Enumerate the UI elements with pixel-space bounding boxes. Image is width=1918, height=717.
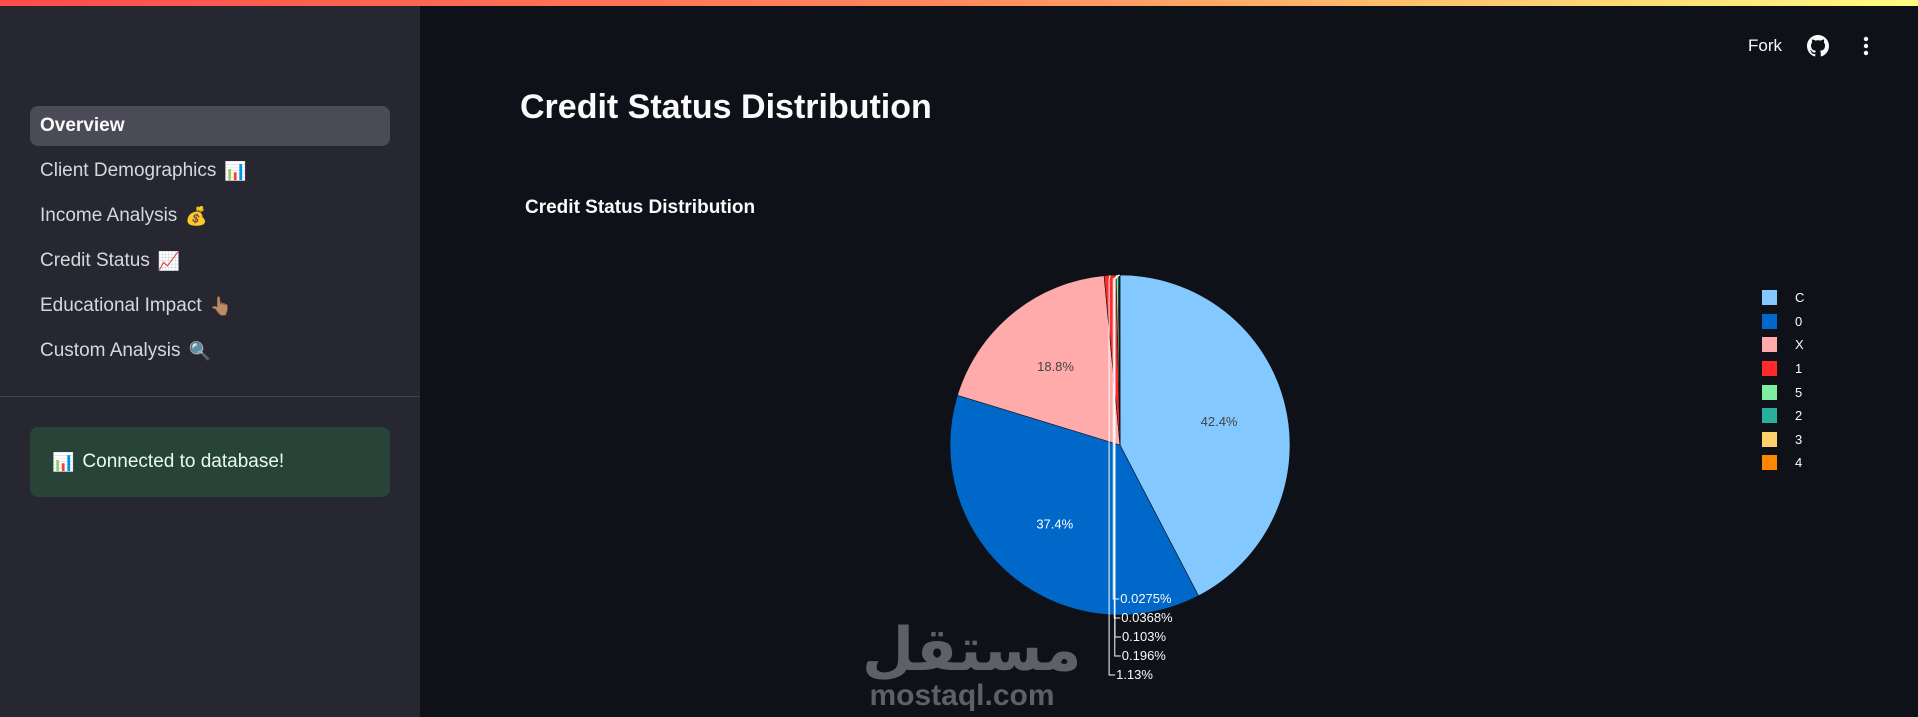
nav-item-educational-impact[interactable]: Educational Impact 👆🏽 (30, 286, 390, 326)
nav-item-credit-status[interactable]: Credit Status 📈 (30, 241, 390, 281)
legend-swatch (1762, 290, 1777, 306)
chart-title: Credit Status Distribution (525, 197, 756, 218)
legend-label: 0 (1795, 313, 1803, 329)
watermark: مستقل mostaql.com (862, 616, 1082, 712)
legend-item-c[interactable]: C (1762, 286, 1804, 310)
nav-item-client-demographics[interactable]: Client Demographics 📊 (30, 151, 390, 191)
nav-item-label: Custom Analysis (40, 340, 181, 361)
legend-item-5[interactable]: 5 (1762, 380, 1804, 404)
legend-label: 5 (1795, 384, 1803, 400)
legend-swatch (1762, 408, 1777, 424)
legend-swatch (1762, 361, 1777, 377)
legend-label: 4 (1795, 455, 1803, 471)
github-icon[interactable] (1806, 34, 1830, 58)
watermark-arabic-text: مستقل (862, 616, 1082, 683)
watermark-latin-text: mostaql.com (869, 679, 1055, 712)
legend-label: 3 (1795, 431, 1803, 447)
legend-item-4[interactable]: 4 (1762, 451, 1804, 475)
bar-chart-icon: 📊 (224, 160, 247, 181)
sidebar-divider (0, 396, 420, 397)
page-title: Credit Status Distribution (520, 88, 932, 126)
fork-button[interactable]: Fork (1748, 36, 1782, 56)
legend-item-0[interactable]: 0 (1762, 310, 1804, 334)
pie-label-2: 0.103% (1122, 629, 1167, 644)
database-status-text: Connected to database! (82, 451, 285, 472)
legend-swatch (1762, 337, 1777, 353)
pie-label-4: 0.0275% (1120, 591, 1172, 606)
legend-label: 2 (1795, 408, 1803, 424)
nav-item-label: Educational Impact (40, 295, 202, 316)
pie-label-1: 1.13% (1116, 667, 1153, 682)
legend-label: X (1795, 337, 1804, 353)
pointing-hand-icon: 👆🏽 (209, 295, 233, 316)
legend-label: 1 (1795, 361, 1803, 377)
sidebar-nav: Overview Client Demographics 📊 Income An… (30, 106, 390, 376)
legend-swatch (1762, 313, 1777, 329)
pie-label-c: 42.4% (1201, 414, 1238, 429)
chart-legend: C 0 X 1 5 2 3 4 (1762, 286, 1804, 475)
nav-item-label: Client Demographics (40, 160, 217, 181)
sidebar: Overview Client Demographics 📊 Income An… (0, 0, 420, 717)
legend-item-3[interactable]: 3 (1762, 428, 1804, 452)
trend-chart-icon: 📈 (157, 250, 181, 271)
pie-label-5: 0.196% (1122, 648, 1167, 663)
legend-item-x[interactable]: X (1762, 333, 1804, 357)
header-decoration-bar (0, 0, 1918, 6)
app-toolbar: Fork (1748, 34, 1878, 58)
pie-label-0: 37.4% (1036, 516, 1073, 531)
nav-item-label: Credit Status (40, 250, 150, 271)
pie-label-x: 18.8% (1037, 359, 1074, 374)
legend-swatch (1762, 431, 1777, 447)
nav-item-label: Overview (40, 115, 125, 136)
nav-item-custom-analysis[interactable]: Custom Analysis 🔍 (30, 331, 390, 371)
magnifier-icon: 🔍 (188, 340, 211, 361)
legend-label: C (1795, 290, 1805, 306)
kebab-menu-icon[interactable] (1854, 34, 1878, 58)
legend-swatch (1762, 384, 1777, 400)
bar-chart-icon: 📊 (52, 451, 75, 472)
nav-item-income-analysis[interactable]: Income Analysis 💰 (30, 196, 390, 236)
legend-item-1[interactable]: 1 (1762, 357, 1804, 381)
pie-label-3: 0.0368% (1121, 610, 1173, 625)
legend-swatch (1762, 455, 1777, 471)
nav-item-overview[interactable]: Overview (30, 106, 390, 146)
money-bag-icon: 💰 (185, 205, 208, 226)
database-status-alert: 📊 Connected to database! (30, 427, 390, 497)
nav-item-label: Income Analysis (40, 205, 178, 226)
legend-item-2[interactable]: 2 (1762, 404, 1804, 428)
